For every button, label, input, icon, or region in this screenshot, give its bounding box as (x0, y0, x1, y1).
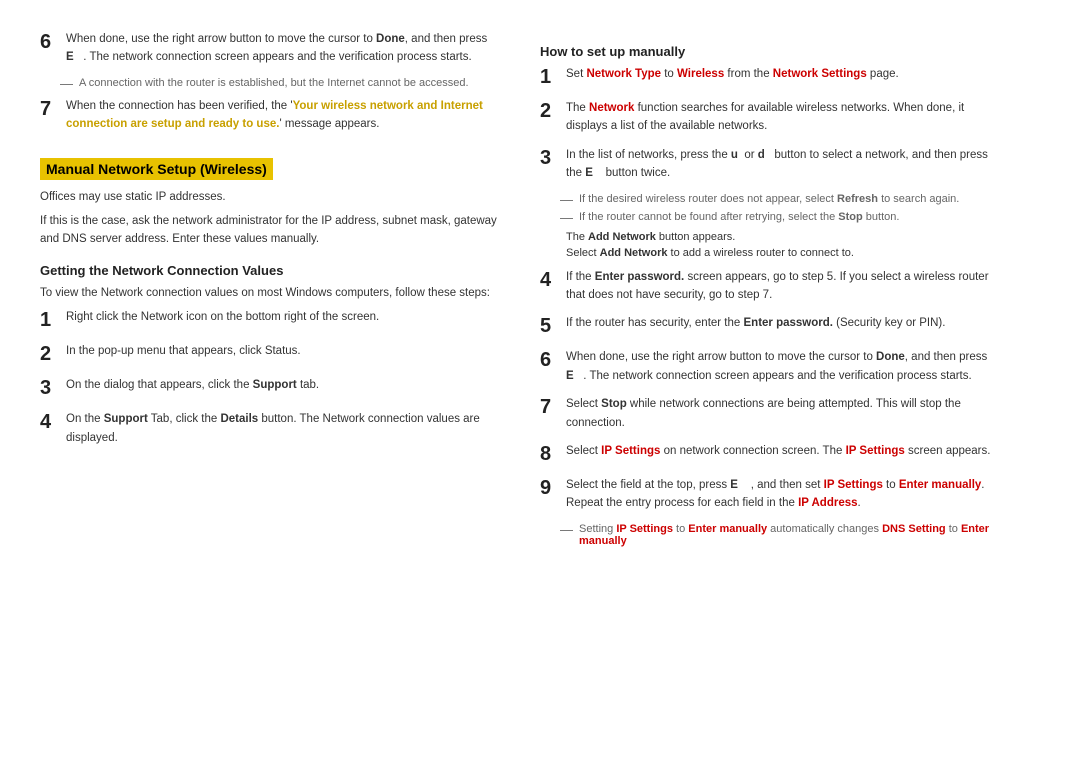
right-step-3-num: 3 (540, 146, 558, 170)
left-step-2: 2 In the pop-up menu that appears, click… (40, 342, 500, 366)
left-step-4: 4 On the Support Tab, click the Details … (40, 410, 500, 447)
right-step-3-note1: — If the desired wireless router does no… (560, 193, 1000, 207)
right-step-3-subnote2: Select Add Network to add a wireless rou… (566, 245, 1000, 262)
left-column: 6 When done, use the right arrow button … (40, 30, 500, 551)
step-6-num: 6 (40, 30, 58, 54)
right-step-5-text: If the router has security, enter the En… (566, 314, 945, 332)
step-6-note: — A connection with the router is establ… (60, 77, 500, 91)
how-to-heading: How to set up manually (540, 44, 1000, 59)
right-column: How to set up manually 1 Set Network Typ… (540, 30, 1000, 551)
page-layout: 6 When done, use the right arrow button … (40, 30, 1040, 551)
right-step-4-text: If the Enter password. screen appears, g… (566, 268, 1000, 305)
left-step-1: 1 Right click the Network icon on the bo… (40, 308, 500, 332)
right-step-2-num: 2 (540, 99, 558, 123)
left-step-4-text: On the Support Tab, click the Details bu… (66, 410, 500, 447)
step-6-text: When done, use the right arrow button to… (66, 30, 500, 67)
para3: To view the Network connection values on… (40, 284, 500, 302)
right-step-6: 6 When done, use the right arrow button … (540, 348, 1000, 385)
para2: If this is the case, ask the network adm… (40, 212, 500, 249)
right-step-3-note2: — If the router cannot be found after re… (560, 211, 1000, 225)
right-step-9: 9 Select the field at the top, press E ,… (540, 476, 1000, 513)
left-step-4-num: 4 (40, 410, 58, 434)
left-step-3-num: 3 (40, 376, 58, 400)
right-step-1-num: 1 (540, 65, 558, 89)
right-step-1: 1 Set Network Type to Wireless from the … (540, 65, 1000, 89)
right-step-8: 8 Select IP Settings on network connecti… (540, 442, 1000, 466)
right-step-9-num: 9 (540, 476, 558, 500)
left-step-2-text: In the pop-up menu that appears, click S… (66, 342, 301, 360)
step-7-num: 7 (40, 97, 58, 121)
right-step-5-num: 5 (540, 314, 558, 338)
manual-network-heading: Manual Network Setup (Wireless) (40, 144, 500, 188)
right-step-1-text: Set Network Type to Wireless from the Ne… (566, 65, 899, 83)
right-step-4: 4 If the Enter password. screen appears,… (540, 268, 1000, 305)
final-note: — Setting IP Settings to Enter manually … (560, 523, 1000, 547)
right-step-6-text: When done, use the right arrow button to… (566, 348, 1000, 385)
step-7-text: When the connection has been verified, t… (66, 97, 500, 134)
note-text: A connection with the router is establis… (79, 77, 469, 89)
left-step-1-text: Right click the Network icon on the bott… (66, 308, 379, 326)
sub-heading-network: Getting the Network Connection Values (40, 263, 500, 278)
note-dash: — (60, 76, 73, 91)
right-step-6-num: 6 (540, 348, 558, 372)
step-7-block: 7 When the connection has been verified,… (40, 97, 500, 134)
left-step-2-num: 2 (40, 342, 58, 366)
para1: Offices may use static IP addresses. (40, 188, 500, 206)
right-step-8-text: Select IP Settings on network connection… (566, 442, 990, 460)
right-step-7: 7 Select Stop while network connections … (540, 395, 1000, 432)
right-step-7-text: Select Stop while network connections ar… (566, 395, 1000, 432)
left-step-3: 3 On the dialog that appears, click the … (40, 376, 500, 400)
right-step-2-text: The Network function searches for availa… (566, 99, 1000, 136)
right-step-3: 3 In the list of networks, press the u o… (540, 146, 1000, 183)
right-step-3-text: In the list of networks, press the u or … (566, 146, 1000, 183)
left-step-1-num: 1 (40, 308, 58, 332)
right-step-2: 2 The Network function searches for avai… (540, 99, 1000, 136)
right-step-9-text: Select the field at the top, press E , a… (566, 476, 1000, 513)
right-step-7-num: 7 (540, 395, 558, 419)
step-6-block: 6 When done, use the right arrow button … (40, 30, 500, 67)
right-step-8-num: 8 (540, 442, 558, 466)
right-step-3-subnote1: The Add Network button appears. (566, 229, 1000, 246)
left-step-3-text: On the dialog that appears, click the Su… (66, 376, 319, 394)
section-heading-text: Manual Network Setup (Wireless) (40, 158, 273, 180)
right-step-4-num: 4 (540, 268, 558, 292)
right-step-5: 5 If the router has security, enter the … (540, 314, 1000, 338)
